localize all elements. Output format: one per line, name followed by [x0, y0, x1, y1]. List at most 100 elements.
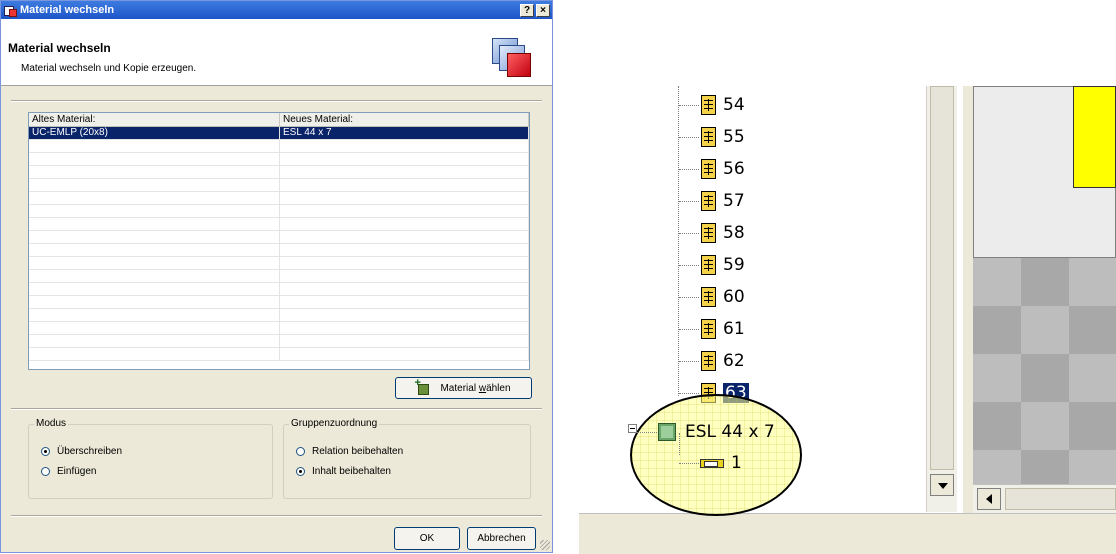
- radio-label: Relation beibehalten: [312, 446, 404, 457]
- radio-label: Einfügen: [57, 466, 97, 477]
- wizard-header: Material wechseln Material wechseln und …: [1, 19, 552, 86]
- vertical-scrollbar[interactable]: [926, 86, 957, 512]
- column-header-old-material[interactable]: Altes Material:: [29, 113, 280, 126]
- document-icon: [699, 286, 717, 308]
- tree-item[interactable]: 55: [679, 126, 745, 148]
- resize-grip-icon[interactable]: [540, 540, 550, 550]
- modus-legend: Modus: [34, 418, 69, 429]
- layout-canvas[interactable]: [973, 86, 1116, 513]
- tree-item-label: 54: [723, 95, 745, 115]
- material-list[interactable]: Altes Material: Neues Material: UC-EMLP …: [28, 112, 530, 370]
- radio-icon: [41, 467, 50, 476]
- horizontal-scrollbar[interactable]: [973, 484, 1116, 513]
- tree-connector: [679, 328, 699, 330]
- tree-item[interactable]: 62: [679, 350, 745, 372]
- radio-selected-icon: [296, 467, 305, 476]
- scroll-thumb[interactable]: [1005, 488, 1116, 510]
- document-icon: [699, 222, 717, 244]
- choose-material-button[interactable]: Material wählen: [395, 377, 532, 399]
- table-row-empty[interactable]: [29, 153, 529, 166]
- radio-selected-icon: [41, 447, 50, 456]
- tree-connector: [679, 136, 699, 138]
- tree-node-child[interactable]: 1: [679, 452, 742, 474]
- component-icon: [699, 456, 725, 470]
- radio-ueberschreiben[interactable]: Überschreiben: [41, 446, 122, 457]
- tree-item[interactable]: 58: [679, 222, 745, 244]
- radio-label: Überschreiben: [57, 446, 123, 457]
- tree-connector: [679, 462, 699, 464]
- table-row-empty[interactable]: [29, 270, 529, 283]
- tree-item[interactable]: 59: [679, 254, 745, 276]
- help-button[interactable]: ?: [520, 3, 534, 17]
- radio-inhalt-beibehalten[interactable]: Inhalt beibehalten: [296, 466, 391, 477]
- table-row-empty[interactable]: [29, 218, 529, 231]
- tree-item[interactable]: 60: [679, 286, 745, 308]
- table-row-empty[interactable]: [29, 257, 529, 270]
- tree-connector: [679, 104, 699, 106]
- table-row-empty[interactable]: [29, 166, 529, 179]
- tree-connector: [679, 264, 699, 266]
- material-wechseln-dialog: Material wechseln ? × Material wechseln …: [0, 0, 553, 553]
- scroll-thumb[interactable]: [930, 86, 954, 470]
- tree-node-label: ESL 44 x 7: [685, 422, 775, 442]
- column-header-new-material[interactable]: Neues Material:: [280, 113, 529, 126]
- tree-item-label: 57: [723, 191, 745, 211]
- ok-button[interactable]: OK: [394, 527, 460, 550]
- tree-item-label: 60: [723, 287, 745, 307]
- table-row[interactable]: UC-EMLP (20x8) ESL 44 x 7: [29, 127, 529, 140]
- radio-relation-beibehalten[interactable]: Relation beibehalten: [296, 446, 403, 457]
- add-material-icon: [414, 377, 430, 395]
- table-row-empty[interactable]: [29, 192, 529, 205]
- material-swap-icon: [492, 38, 532, 78]
- canvas-yellow-part[interactable]: [1073, 86, 1116, 188]
- table-row-empty[interactable]: [29, 283, 529, 296]
- tree-connector: [679, 200, 699, 202]
- title-bar[interactable]: Material wechseln ? ×: [1, 1, 552, 19]
- close-button[interactable]: ×: [536, 3, 550, 17]
- table-row-empty[interactable]: [29, 309, 529, 322]
- tree-item[interactable]: 57: [679, 190, 745, 212]
- header-title: Material wechseln: [8, 41, 111, 55]
- table-row-empty[interactable]: [29, 231, 529, 244]
- tree-item-label: 61: [723, 319, 745, 339]
- scroll-left-icon[interactable]: [977, 488, 1001, 510]
- tree-item[interactable]: 56: [679, 158, 745, 180]
- splitter[interactable]: [963, 86, 973, 513]
- table-row-empty[interactable]: [29, 335, 529, 348]
- tree-connector: [679, 296, 699, 298]
- tree-node-esl[interactable]: ESL 44 x 7: [637, 421, 775, 443]
- tree-item-label: 59: [723, 255, 745, 275]
- document-icon: [699, 254, 717, 276]
- list-header: Altes Material: Neues Material:: [29, 113, 529, 127]
- tree-node-label: 1: [731, 453, 742, 473]
- table-row-empty[interactable]: [29, 348, 529, 361]
- radio-einfuegen[interactable]: Einfügen: [41, 466, 96, 477]
- tree-connector: [637, 431, 657, 433]
- table-row-empty[interactable]: [29, 244, 529, 257]
- table-row-empty[interactable]: [29, 179, 529, 192]
- cancel-button[interactable]: Abbrechen: [467, 527, 536, 550]
- tree-item[interactable]: 61: [679, 318, 745, 340]
- table-row-empty[interactable]: [29, 322, 529, 335]
- radio-icon: [296, 447, 305, 456]
- tree-item[interactable]: 54: [679, 94, 745, 116]
- tree-connector: [679, 360, 699, 362]
- table-row-empty[interactable]: [29, 205, 529, 218]
- table-row-empty[interactable]: [29, 296, 529, 309]
- gruppenzuordnung-group: Gruppenzuordnung Relation beibehalten In…: [283, 418, 531, 499]
- tree-item-label: 56: [723, 159, 745, 179]
- header-subtitle: Material wechseln und Kopie erzeugen.: [21, 63, 197, 74]
- document-icon: [699, 126, 717, 148]
- table-row-empty[interactable]: [29, 140, 529, 153]
- modus-group: Modus Überschreiben Einfügen: [28, 418, 273, 499]
- divider: [11, 515, 542, 517]
- tree-item-label: 58: [723, 223, 745, 243]
- material-group-icon: [657, 422, 677, 442]
- radio-label: Inhalt beibehalten: [312, 466, 391, 477]
- scroll-down-icon[interactable]: [930, 474, 954, 496]
- tree-connector: [679, 168, 699, 170]
- gruppenzuordnung-legend: Gruppenzuordnung: [289, 418, 380, 429]
- collapse-icon[interactable]: [628, 424, 637, 433]
- tree-connector: [679, 392, 699, 394]
- app-icon: [4, 4, 17, 17]
